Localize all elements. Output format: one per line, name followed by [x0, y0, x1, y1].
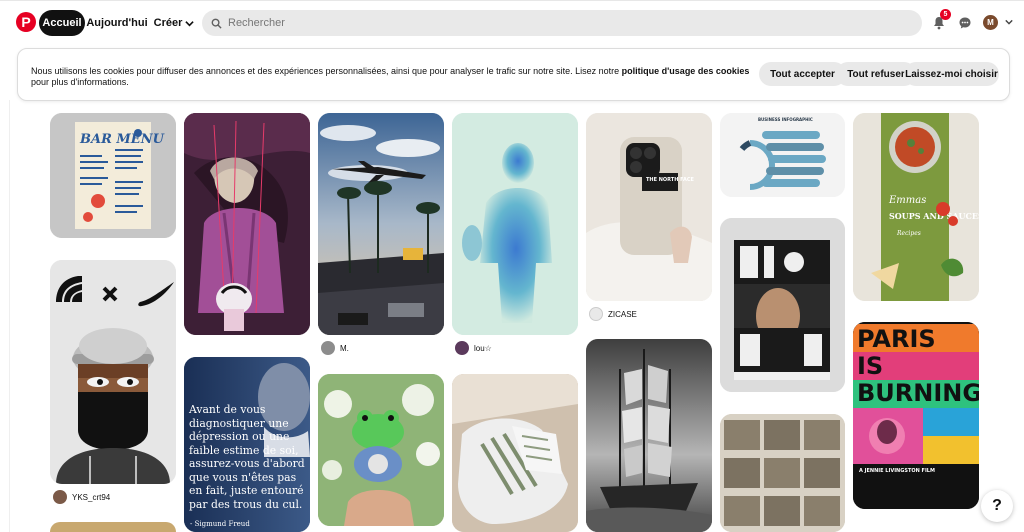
cookie-text-after: pour plus d'informations.: [31, 77, 129, 87]
accept-all-cookies-button[interactable]: Tout accepter: [759, 62, 846, 86]
owner-avatar: [321, 341, 335, 355]
search-icon: [211, 18, 222, 29]
nav-today-button[interactable]: Aujourd'hui: [86, 10, 147, 36]
sailing-ship-image: [586, 339, 712, 532]
pin-freud-quote[interactable]: Avant de vous diagnostiquer une dépressi…: [184, 357, 310, 532]
pin-paris-is-burning[interactable]: PARIS IS BURNING A JENNIE LIVINGSTON FIL…: [853, 322, 979, 509]
pin-architecture-sketch[interactable]: [720, 414, 845, 532]
phone-case-logo-text: THE NORTH FACE: [646, 177, 695, 183]
pin-owner-yks[interactable]: YKS_crt94: [53, 490, 110, 504]
soups-sub: Recipes: [896, 230, 921, 237]
airplane-street-image: [318, 113, 444, 335]
messages-icon[interactable]: [955, 13, 975, 33]
cookie-text-before: Nous utilisons les cookies pour diffuser…: [31, 66, 622, 76]
architecture-sketch-image: [720, 414, 845, 532]
paris-title: PARIS IS BURNING: [857, 325, 979, 407]
top-navigation-bar: P Accueil Aujourd'hui Créer 5 M: [0, 0, 1024, 44]
pin-crochet-frog[interactable]: [318, 374, 444, 526]
owner-name: ZICASE: [608, 309, 637, 319]
nav-create-button[interactable]: Créer: [151, 10, 197, 36]
pin-soups-sauces[interactable]: Emmas SOUPS AND SAUCES Recipes: [853, 113, 979, 301]
cookie-policy-link[interactable]: politique d'usage des cookies: [622, 66, 750, 76]
pinterest-logo-icon[interactable]: P: [16, 12, 36, 32]
bar-menu-image: BAR MENU: [50, 113, 176, 238]
pin-phone-case[interactable]: THE NORTH FACE: [586, 113, 712, 301]
nav-home-button[interactable]: Accueil: [39, 10, 85, 36]
nav-create-label: Créer: [153, 17, 183, 29]
let-me-choose-cookies-button[interactable]: Laissez-moi choisir: [904, 62, 999, 86]
pin-sneakers[interactable]: [452, 374, 578, 532]
chevron-down-icon: [185, 20, 195, 26]
pin-anime-puppeteer[interactable]: [184, 113, 310, 335]
soups-brand: Emmas: [888, 195, 926, 206]
cookie-banner-text: Nous utilisons les cookies pour diffuser…: [31, 66, 751, 88]
soups-title: SOUPS AND SAUCES: [889, 211, 979, 221]
blue-figure-image: [452, 113, 578, 335]
magazine-cover-image: [720, 218, 845, 392]
owner-name: lou☆: [474, 343, 492, 353]
pin-owner-m[interactable]: M.: [321, 341, 349, 355]
phone-case-image: THE NORTH FACE: [586, 113, 712, 301]
pin-owner-zicase[interactable]: ZICASE: [589, 307, 637, 321]
profile-avatar[interactable]: M: [983, 15, 998, 30]
business-infographic-image: BUSINESS INFOGRAPHIC: [720, 113, 845, 197]
pin-bar-menu[interactable]: BAR MENU: [50, 113, 176, 238]
infographic-title: BUSINESS INFOGRAPHIC: [758, 117, 813, 122]
help-button[interactable]: ?: [981, 490, 1013, 522]
crochet-frog-image: [318, 374, 444, 526]
cookie-banner: Nous utilisons les cookies pour diffuser…: [17, 48, 1010, 101]
owner-avatar: [53, 490, 67, 504]
search-input[interactable]: [228, 17, 868, 29]
bar-menu-title: BAR MENU: [79, 132, 165, 147]
sneakers-image: [452, 374, 578, 532]
pin-magazine-cover[interactable]: [720, 218, 845, 392]
pin-sailing-ship[interactable]: [586, 339, 712, 532]
search-bar[interactable]: [202, 10, 922, 36]
notification-badge: 5: [940, 9, 951, 20]
notifications-bell-icon[interactable]: 5: [929, 9, 951, 33]
pin-airplane-street[interactable]: [318, 113, 444, 335]
freud-quote-text: Avant de vous diagnostiquer une dépressi…: [189, 403, 305, 511]
left-edge-divider: [0, 100, 10, 532]
owner-name: YKS_crt94: [72, 492, 111, 502]
owner-avatar: [455, 341, 469, 355]
paris-subtitle: A JENNIE LIVINGSTON FILM: [859, 468, 935, 474]
pin-partial-bottom[interactable]: [50, 522, 176, 532]
owner-avatar: [589, 307, 603, 321]
pin-owner-lou[interactable]: lou☆: [455, 341, 492, 355]
pin-north-face-character[interactable]: [50, 260, 176, 484]
account-chevron-down-icon[interactable]: [1002, 15, 1016, 29]
soups-sauces-image: Emmas SOUPS AND SAUCES Recipes: [853, 113, 979, 301]
pin-business-infographic[interactable]: BUSINESS INFOGRAPHIC: [720, 113, 845, 197]
anime-puppeteer-image: [184, 113, 310, 335]
north-face-character-image: [50, 260, 176, 484]
pin-blue-figure[interactable]: [452, 113, 578, 335]
owner-name: M.: [340, 343, 349, 353]
freud-quote-author: - Sigmund Freud: [190, 520, 250, 528]
